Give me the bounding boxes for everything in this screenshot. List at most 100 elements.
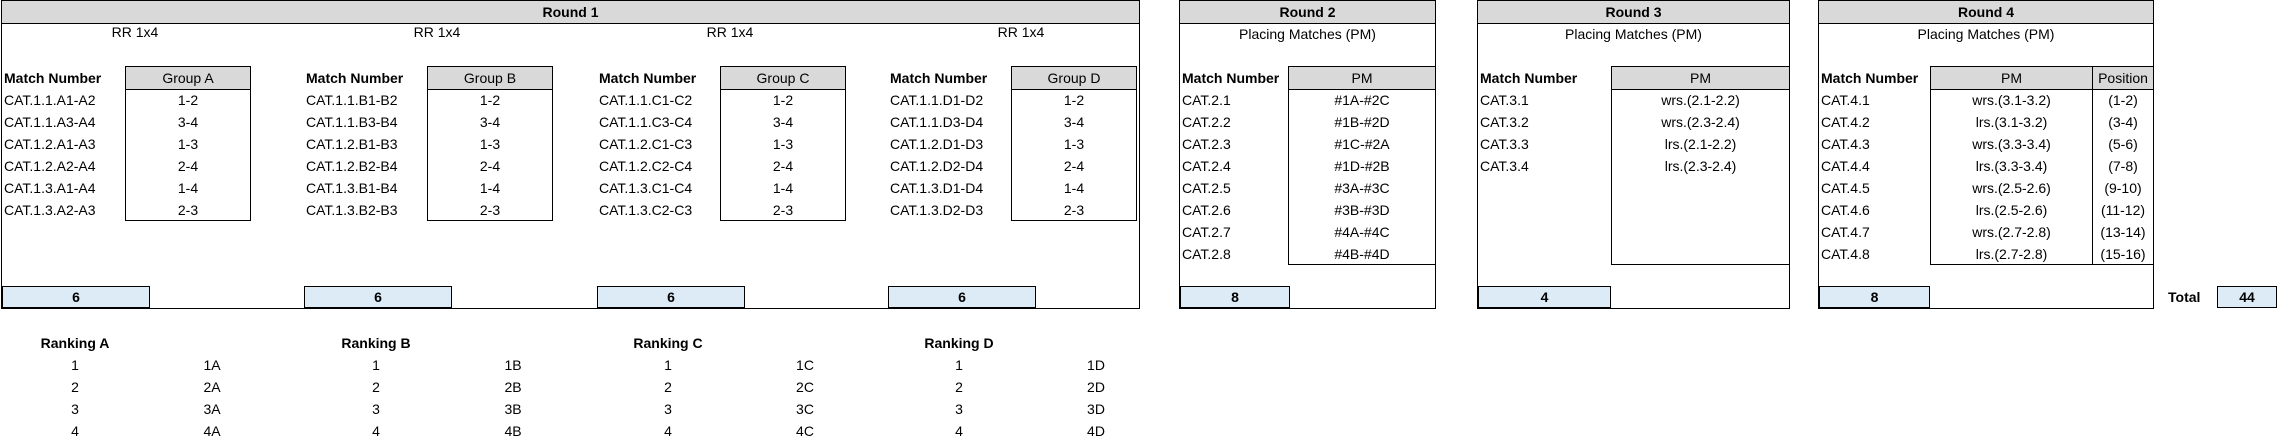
group-value: 3-4 — [1063, 114, 1085, 130]
match-number: CAT.4.3 — [1821, 136, 1870, 152]
match-number: CAT.4.2 — [1821, 114, 1870, 130]
match-number: CAT.1.2.D1-D3 — [890, 136, 984, 152]
match-number: CAT.1.2.C2-C4 — [599, 158, 693, 174]
position-value: (13-14) — [2100, 224, 2146, 240]
match-number: CAT.1.1.B1-B2 — [306, 92, 398, 108]
round2-count: 8 — [1180, 286, 1290, 308]
match-number: CAT.1.1.A1-A2 — [4, 92, 96, 108]
group-value: 1-2 — [772, 92, 794, 108]
round3-match-number-header: Match Number — [1480, 70, 1578, 86]
round4-subtitle: Placing Matches (PM) — [1917, 26, 2055, 42]
ranking-label: 2C — [796, 379, 814, 395]
group-value: 2-3 — [177, 202, 199, 218]
group-value: 1-3 — [177, 136, 199, 152]
ranking-title: Ranking D — [924, 335, 994, 351]
pm-value: lrs.(3.3-3.4) — [1975, 158, 2048, 174]
position-value: (3-4) — [2108, 114, 2138, 130]
match-number: CAT.4.1 — [1821, 92, 1870, 108]
ranking-label: 3D — [1087, 401, 1105, 417]
ranking-label: 2A — [203, 379, 221, 395]
pm-value: #4A-#4C — [1334, 224, 1390, 240]
ranking-position: 2 — [664, 379, 672, 395]
match-number: CAT.4.5 — [1821, 180, 1870, 196]
round3-title: Round 3 — [1478, 1, 1789, 24]
group-value: 2-4 — [177, 158, 199, 174]
group-value: 3-4 — [772, 114, 794, 130]
ranking-position: 2 — [372, 379, 380, 395]
match-number-header: Match Number — [599, 70, 697, 86]
match-number: CAT.1.3.C2-C3 — [599, 202, 693, 218]
group-value: 1-3 — [1063, 136, 1085, 152]
group-value: 2-4 — [479, 158, 501, 174]
match-number: CAT.1.2.C1-C3 — [599, 136, 693, 152]
ranking-label: 3C — [796, 401, 814, 417]
match-number: CAT.1.3.D2-D3 — [890, 202, 984, 218]
group-count: 6 — [597, 286, 745, 308]
match-number: CAT.4.7 — [1821, 224, 1870, 240]
group-value: 3-4 — [479, 114, 501, 130]
round2-subtitle: Placing Matches (PM) — [1239, 26, 1376, 42]
ranking-label: 2D — [1087, 379, 1105, 395]
match-number: CAT.1.2.A1-A3 — [4, 136, 96, 152]
pm-value: wrs.(3.1-3.2) — [1972, 92, 2051, 108]
match-number: CAT.1.1.C1-C2 — [599, 92, 693, 108]
match-number: CAT.2.7 — [1182, 224, 1231, 240]
ranking-label: 4B — [504, 423, 522, 439]
group-value: 2-3 — [1063, 202, 1085, 218]
match-number: CAT.1.2.D2-D4 — [890, 158, 984, 174]
pm-value: lrs.(2.5-2.6) — [1975, 202, 2048, 218]
ranking-position: 4 — [372, 423, 380, 439]
group-count: 6 — [304, 286, 452, 308]
match-number: CAT.2.6 — [1182, 202, 1231, 218]
group-value: 1-4 — [1063, 180, 1085, 196]
pm-value: lrs.(3.1-3.2) — [1975, 114, 2048, 130]
match-number: CAT.4.6 — [1821, 202, 1870, 218]
match-number: CAT.3.4 — [1480, 158, 1529, 174]
position-value: (7-8) — [2108, 158, 2138, 174]
total-label: Total — [2168, 289, 2201, 305]
match-number: CAT.1.1.D3-D4 — [890, 114, 984, 130]
match-number: CAT.1.3.B2-B3 — [306, 202, 398, 218]
round3-pm-header: PM — [1611, 66, 1790, 90]
ranking-position: 1 — [955, 357, 963, 373]
ranking-label: 3B — [504, 401, 522, 417]
round4-match-number-header: Match Number — [1821, 70, 1919, 86]
match-number: CAT.3.3 — [1480, 136, 1529, 152]
ranking-label: 1B — [504, 357, 522, 373]
pm-value: wrs.(2.3-2.4) — [1661, 114, 1740, 130]
ranking-label: 1D — [1087, 357, 1105, 373]
position-value: (5-6) — [2108, 136, 2138, 152]
match-number: CAT.1.3.C1-C4 — [599, 180, 693, 196]
ranking-position: 1 — [71, 357, 79, 373]
pm-value: wrs.(2.7-2.8) — [1972, 224, 2051, 240]
total-value: 44 — [2217, 286, 2277, 308]
match-number: CAT.1.2.B1-B3 — [306, 136, 398, 152]
round1-title: Round 1 — [2, 1, 1139, 24]
ranking-label: 2B — [504, 379, 522, 395]
group-value: 2-3 — [772, 202, 794, 218]
match-number: CAT.4.8 — [1821, 246, 1870, 262]
round2-title: Round 2 — [1180, 1, 1435, 24]
group-header: Group A — [125, 66, 251, 90]
group-header: Group B — [427, 66, 553, 90]
round4-title: Round 4 — [1819, 1, 2153, 24]
match-number-header: Match Number — [306, 70, 404, 86]
round4-pm-header: PM — [1930, 66, 2093, 90]
pm-value: wrs.(2.5-2.6) — [1972, 180, 2051, 196]
group-value: 1-3 — [772, 136, 794, 152]
match-number: CAT.3.1 — [1480, 92, 1529, 108]
ranking-position: 4 — [955, 423, 963, 439]
position-value: (1-2) — [2108, 92, 2138, 108]
group-value: 3-4 — [177, 114, 199, 130]
match-number-header: Match Number — [890, 70, 988, 86]
ranking-position: 2 — [71, 379, 79, 395]
group-value: 1-2 — [1063, 92, 1085, 108]
match-number: CAT.1.2.A2-A4 — [4, 158, 96, 174]
pm-value: #1A-#2C — [1334, 92, 1390, 108]
group-count: 6 — [888, 286, 1036, 308]
match-number: CAT.2.3 — [1182, 136, 1231, 152]
pm-value: #1B-#2D — [1334, 114, 1390, 130]
ranking-label: 4D — [1087, 423, 1105, 439]
pm-value: lrs.(2.7-2.8) — [1975, 246, 2048, 262]
pm-value: lrs.(2.3-2.4) — [1664, 158, 1737, 174]
